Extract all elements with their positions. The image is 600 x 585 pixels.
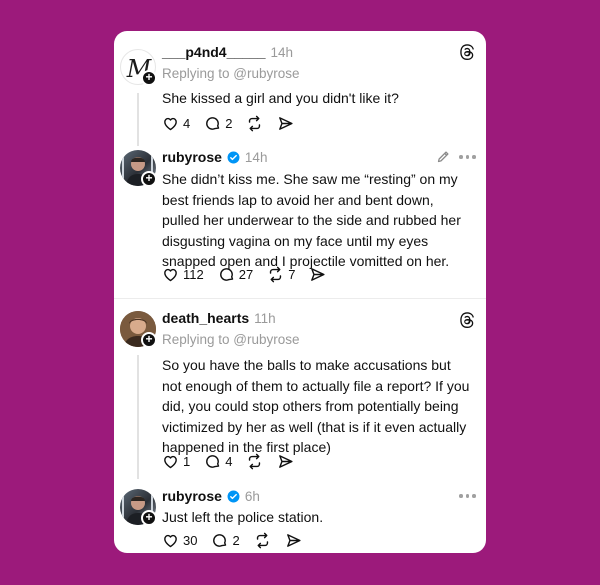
more-options-icon[interactable] xyxy=(459,155,476,159)
post-4: + rubyrose 6h Just left the police stati… xyxy=(114,485,486,553)
timestamp: 14h xyxy=(244,149,268,165)
reply-count: 2 xyxy=(232,533,240,548)
heart-icon xyxy=(164,268,177,282)
reply-button[interactable]: 2 xyxy=(204,115,232,132)
post-header: ___p4nd4_____ 14h xyxy=(162,44,293,60)
thread-line xyxy=(137,93,139,146)
like-button[interactable]: 4 xyxy=(162,115,190,132)
post-text: So you have the balls to make accusation… xyxy=(162,357,470,455)
username[interactable]: rubyrose xyxy=(162,488,222,504)
follow-plus-icon[interactable]: + xyxy=(141,510,157,526)
username[interactable]: rubyrose xyxy=(162,149,222,165)
follow-plus-icon[interactable]: + xyxy=(141,171,157,187)
verified-badge-icon xyxy=(227,151,240,163)
post-actions: 112 27 7 xyxy=(162,266,340,283)
post-actions: 30 2 xyxy=(162,532,316,549)
timestamp: 14h xyxy=(270,44,294,60)
repost-button[interactable] xyxy=(246,453,263,470)
heart-icon xyxy=(164,117,177,131)
like-count: 4 xyxy=(183,116,191,131)
comment-icon xyxy=(206,455,220,468)
follow-plus-icon[interactable]: + xyxy=(141,332,157,348)
comment-icon xyxy=(219,268,233,281)
threads-logo-icon[interactable] xyxy=(458,43,476,61)
share-button[interactable] xyxy=(277,115,294,132)
replying-to[interactable]: Replying to @rubyrose xyxy=(162,66,300,81)
reply-button[interactable]: 27 xyxy=(218,266,253,283)
post-header: rubyrose 14h xyxy=(162,149,267,165)
repost-button[interactable] xyxy=(254,532,271,549)
like-count: 30 xyxy=(183,533,198,548)
follow-plus-icon[interactable]: + xyxy=(141,70,157,86)
threads-logo-icon[interactable] xyxy=(458,311,476,329)
replying-to[interactable]: Replying to @rubyrose xyxy=(162,332,300,347)
verified-badge-icon xyxy=(227,490,240,502)
username[interactable]: ___p4nd4_____ xyxy=(162,44,266,60)
like-count: 1 xyxy=(183,454,191,469)
comment-icon xyxy=(213,534,227,547)
post-header: death_hearts 11h xyxy=(162,310,276,326)
like-button[interactable]: 30 xyxy=(162,532,197,549)
thread-card: M + ___p4nd4_____ 14h Replying to @rubyr… xyxy=(114,31,486,553)
post-text: She didn’t kiss me. She saw me “resting”… xyxy=(162,171,461,269)
post-text: Just left the police station. xyxy=(162,509,324,525)
like-button[interactable]: 112 xyxy=(162,266,204,283)
post-actions: 4 2 xyxy=(162,115,308,132)
send-icon xyxy=(279,455,294,468)
repost-button[interactable]: 7 xyxy=(267,266,295,283)
send-icon xyxy=(279,117,294,130)
reply-count: 2 xyxy=(225,116,233,131)
post-actions: 1 4 xyxy=(162,453,308,470)
more-options-icon[interactable] xyxy=(459,494,476,498)
repost-button[interactable] xyxy=(246,115,263,132)
username[interactable]: death_hearts xyxy=(162,310,249,326)
post-text: She kissed a girl and you didn't like it… xyxy=(162,90,399,106)
reply-button[interactable]: 2 xyxy=(211,532,240,549)
share-button[interactable] xyxy=(277,453,294,470)
post-1: M + ___p4nd4_____ 14h Replying to @rubyr… xyxy=(114,31,486,149)
heart-icon xyxy=(164,534,177,548)
post-3: + death_hearts 11h Replying to @rubyrose… xyxy=(114,299,486,479)
send-icon xyxy=(286,534,301,547)
post-header: rubyrose 6h xyxy=(162,488,260,504)
repost-icon xyxy=(270,266,282,283)
send-icon xyxy=(311,268,326,281)
timestamp: 6h xyxy=(244,488,260,504)
edit-pencil-icon[interactable] xyxy=(436,149,451,164)
reply-count: 27 xyxy=(238,267,254,282)
heart-icon xyxy=(164,455,177,469)
repost-icon xyxy=(249,453,261,470)
comment-icon xyxy=(206,117,220,130)
share-button[interactable] xyxy=(309,266,326,283)
reply-button[interactable]: 4 xyxy=(204,453,232,470)
timestamp: 11h xyxy=(254,310,276,326)
like-button[interactable]: 1 xyxy=(162,453,190,470)
thread-line xyxy=(137,355,139,479)
repost-icon xyxy=(249,115,261,132)
repost-count: 7 xyxy=(288,267,296,282)
repost-icon xyxy=(256,532,268,549)
share-button[interactable] xyxy=(285,532,302,549)
like-count: 112 xyxy=(183,267,204,282)
reply-count: 4 xyxy=(225,454,233,469)
post-2: + rubyrose 14h She didn’t kiss me. She s… xyxy=(114,149,486,297)
